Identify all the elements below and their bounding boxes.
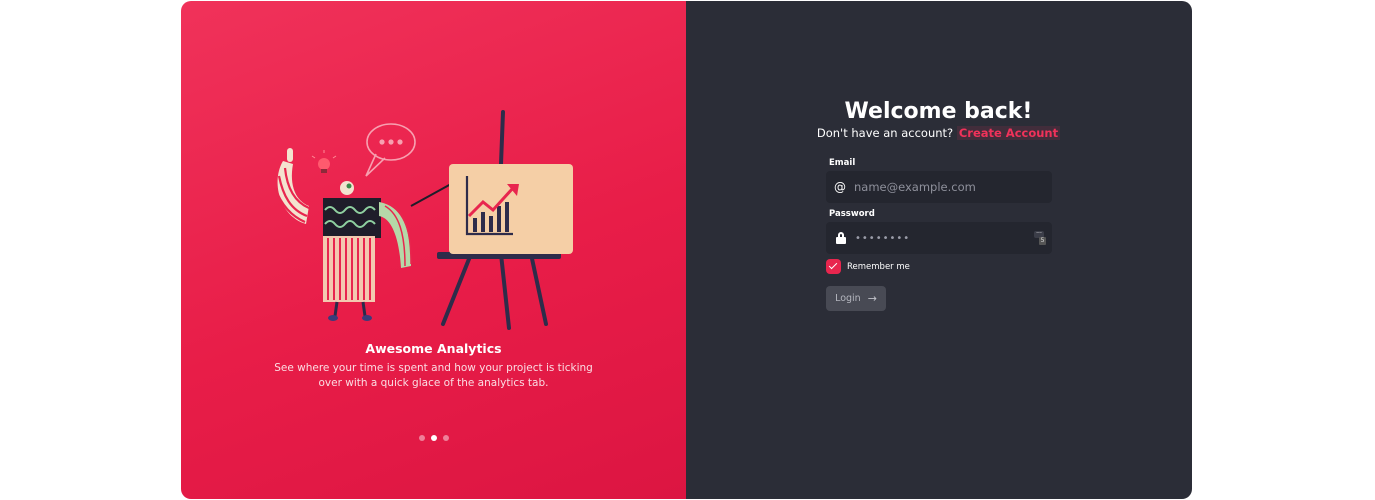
promo-panel: Awesome Analytics See where your time is… bbox=[181, 1, 686, 499]
carousel-dot[interactable] bbox=[442, 435, 449, 441]
login-button-label: Login bbox=[835, 293, 861, 304]
login-button[interactable]: Login → bbox=[826, 286, 886, 311]
carousel-dots bbox=[181, 435, 686, 441]
at-icon: @ bbox=[834, 180, 846, 194]
arrow-right-icon: → bbox=[867, 292, 877, 305]
page-title: Welcome back! bbox=[844, 99, 1033, 124]
remember-me[interactable]: Remember me bbox=[826, 259, 910, 274]
password-manager-icon[interactable]: ··· 5 bbox=[1034, 231, 1046, 245]
remember-me-label: Remember me bbox=[847, 261, 910, 272]
lock-icon bbox=[836, 232, 846, 244]
password-manager-badge: 5 bbox=[1039, 237, 1046, 245]
remember-me-checkbox[interactable] bbox=[826, 259, 841, 274]
password-label: Password bbox=[829, 209, 875, 219]
slide-description: See where your time is spent and how you… bbox=[274, 362, 593, 389]
email-field[interactable] bbox=[854, 171, 1052, 203]
login-card: Awesome Analytics See where your time is… bbox=[181, 1, 1192, 499]
password-mask: •••••••• bbox=[855, 232, 911, 244]
carousel-dot-active[interactable] bbox=[430, 435, 437, 441]
signup-prompt-text: Don't have an account? bbox=[816, 126, 954, 140]
speech-bubble-icon bbox=[365, 123, 416, 177]
carousel-dot[interactable] bbox=[418, 435, 425, 441]
slide-title: Awesome Analytics bbox=[365, 341, 502, 356]
lightbulb-icon bbox=[311, 150, 337, 173]
email-field-wrapper: @ bbox=[826, 171, 1052, 203]
signup-prompt: Don't have an account? Create Account bbox=[686, 126, 1191, 140]
password-field[interactable]: •••••••• ··· 5 bbox=[826, 222, 1052, 254]
analytics-illustration bbox=[273, 110, 573, 330]
login-panel: Welcome back! Don't have an account? Cre… bbox=[686, 1, 1192, 499]
email-label: Email bbox=[829, 158, 856, 168]
create-account-link[interactable]: Create Account bbox=[956, 126, 1061, 140]
